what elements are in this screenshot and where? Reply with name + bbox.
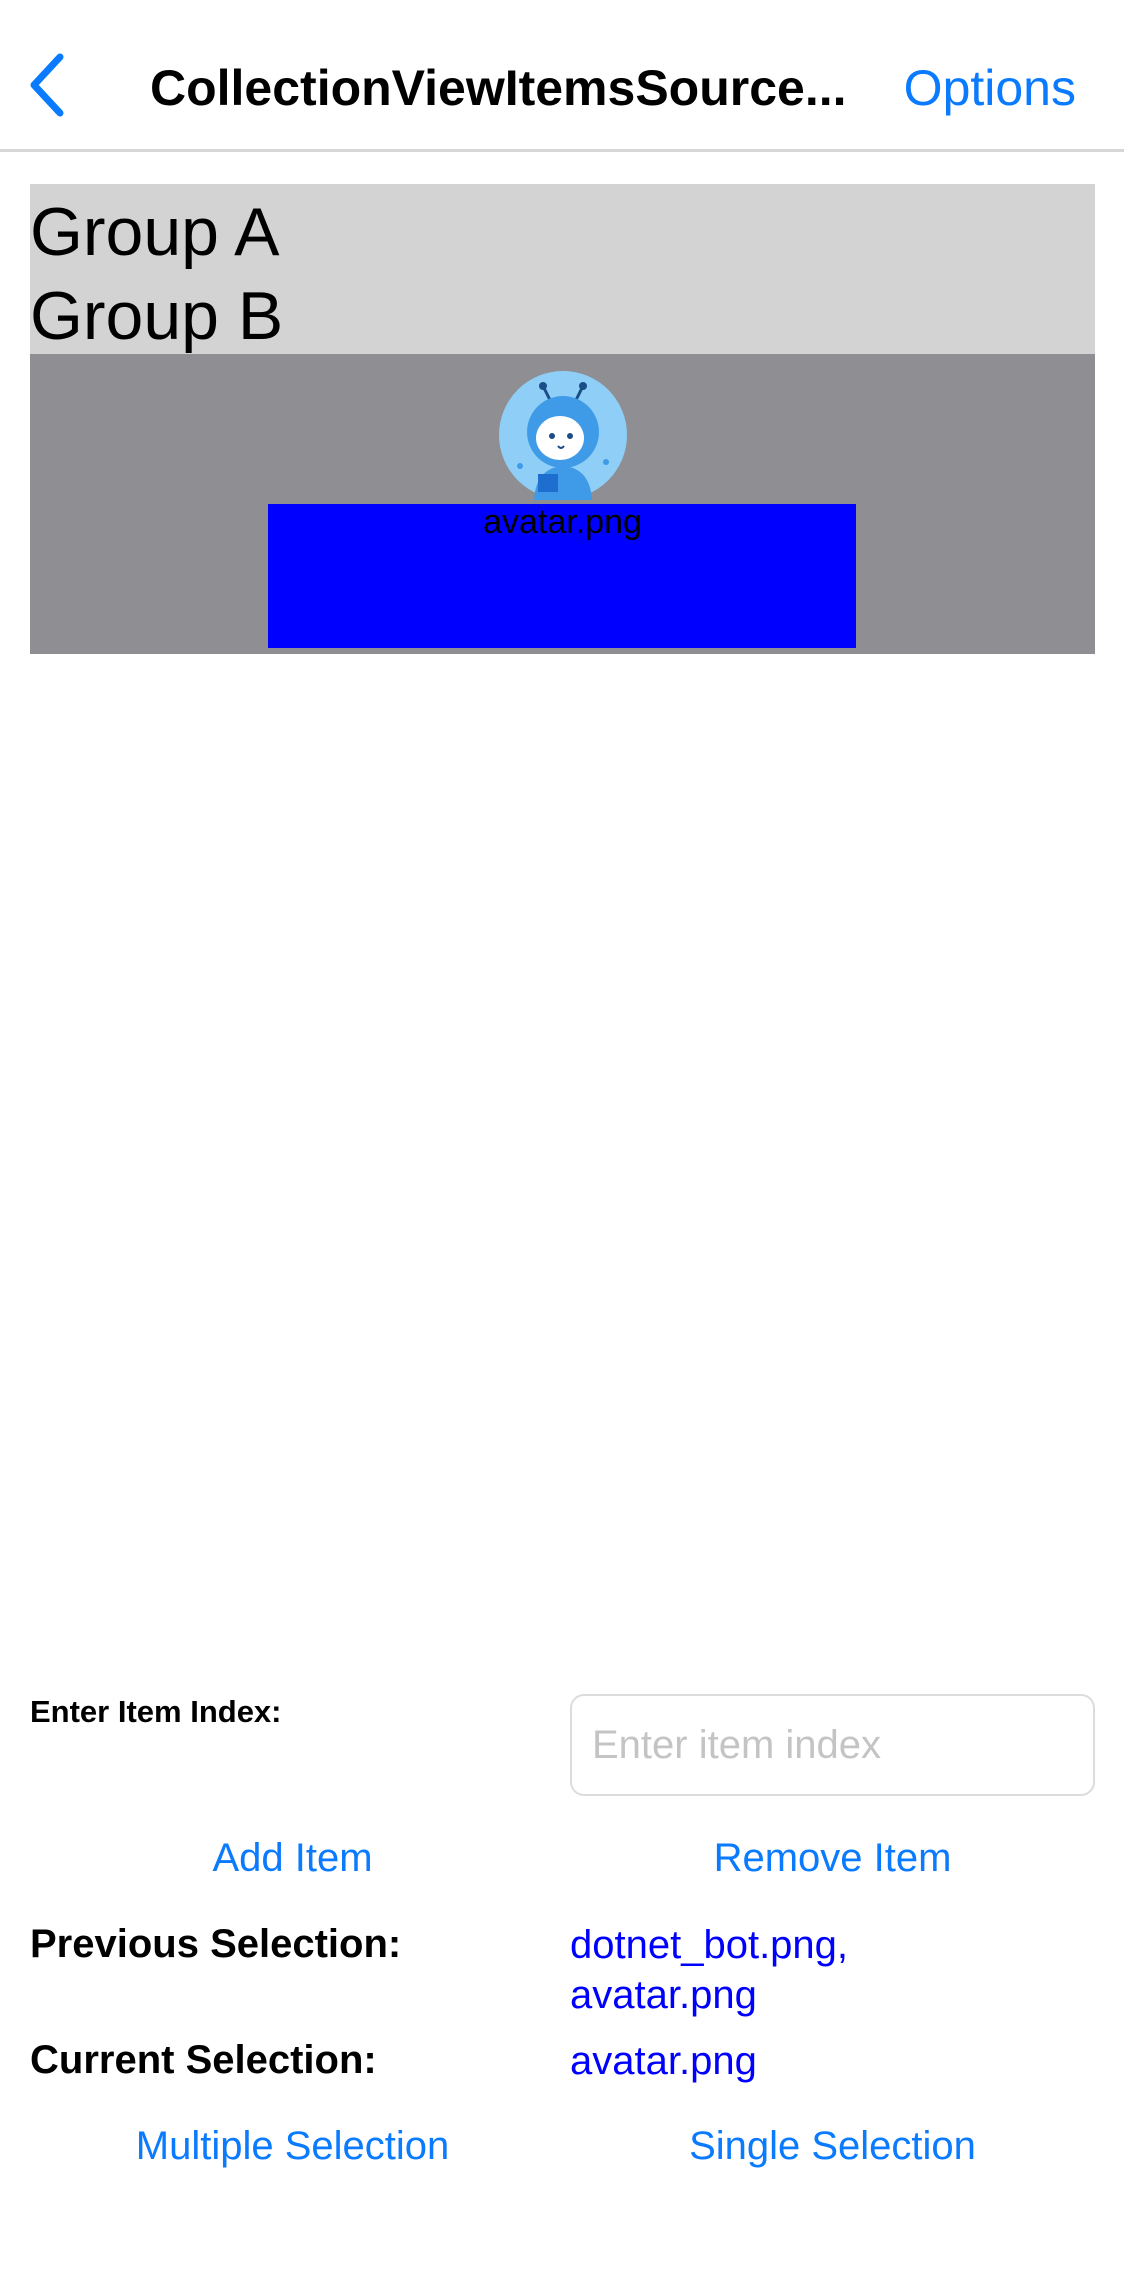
page-title: CollectionViewItemsSource... (150, 60, 847, 116)
single-selection-button[interactable]: Single Selection (570, 2122, 1095, 2170)
dotnet-bot-avatar-icon (499, 371, 627, 500)
item-label: avatar.png (483, 503, 642, 541)
group-label-a: Group A (30, 194, 280, 270)
previous-selection-line: avatar.png (570, 1973, 757, 2017)
group-items: avatar.png (30, 354, 1095, 654)
add-item-button[interactable]: Add Item (30, 1834, 555, 1882)
page: CollectionViewItemsSource... Options Gro… (0, 0, 1124, 2286)
previous-selection-line: dotnet_bot.png, (570, 1923, 849, 1967)
current-selection-value: avatar.png (570, 2039, 757, 2083)
collection-view[interactable]: Group A Group B avatar.png (30, 184, 1095, 654)
previous-selection-label: Previous Selection: (30, 1922, 402, 1966)
back-button[interactable] (20, 50, 72, 120)
item-index-input[interactable] (570, 1694, 1095, 1796)
item-index-label: Enter Item Index: (30, 1694, 282, 1729)
group-label-b: Group B (30, 278, 284, 354)
navigation-bar: CollectionViewItemsSource... Options (0, 0, 1124, 152)
group-header: Group A Group B (30, 184, 1095, 354)
remove-item-button[interactable]: Remove Item (570, 1834, 1095, 1882)
multiple-selection-button[interactable]: Multiple Selection (30, 2122, 555, 2170)
chevron-left-icon (30, 53, 64, 117)
options-button[interactable]: Options (904, 56, 1076, 120)
current-selection-label: Current Selection: (30, 2038, 377, 2082)
previous-selection-value: dotnet_bot.png, avatar.png (570, 1920, 1095, 2020)
